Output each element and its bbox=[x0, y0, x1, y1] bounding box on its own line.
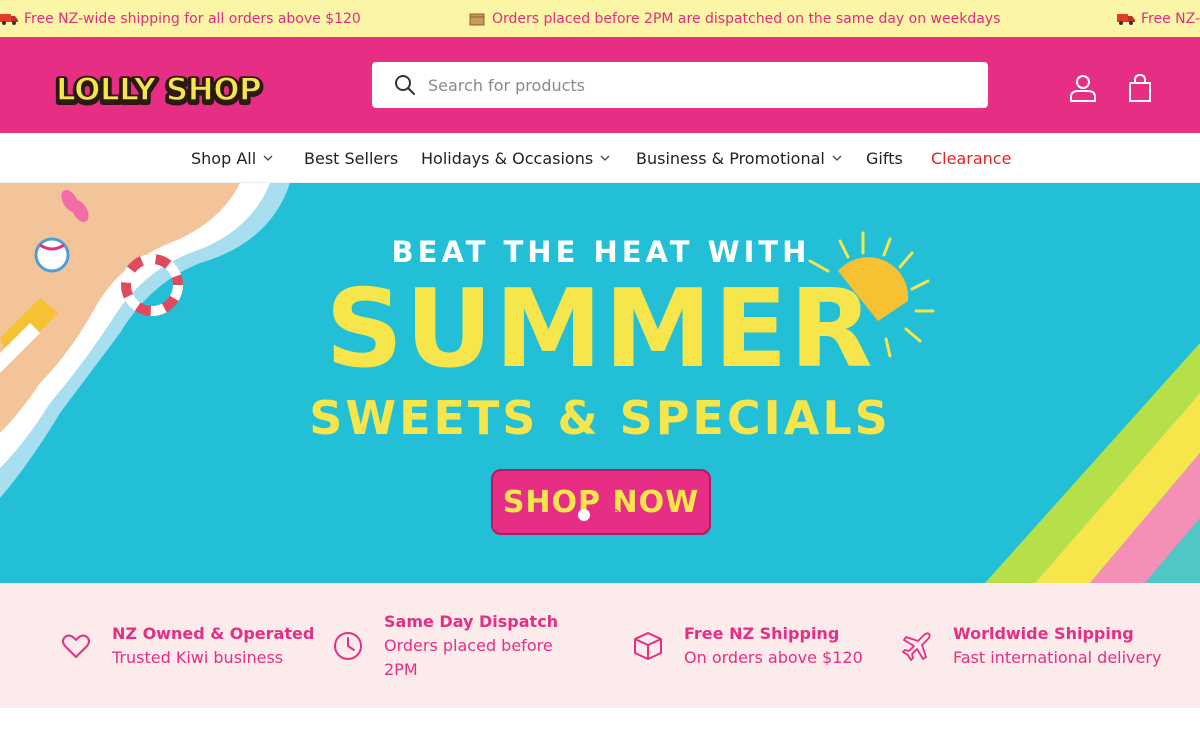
announcement-text: Free NZ-wide shipping for all orders abo… bbox=[24, 10, 361, 27]
hero-subheading: BEAT THE HEAT WITH bbox=[391, 235, 811, 269]
feature-free-nz-shipping: Free NZ Shipping On orders above $120 bbox=[632, 583, 863, 708]
announcement-item-shipping: Free NZ-wide shipping for all orders abo… bbox=[0, 0, 361, 37]
truck-icon bbox=[0, 13, 18, 25]
announcement-text: Orders placed before 2PM are dispatched … bbox=[492, 10, 1001, 27]
feature-title: NZ Owned & Operated bbox=[112, 623, 315, 643]
feature-subtitle: On orders above $120 bbox=[684, 647, 863, 667]
feature-subtitle: Trusted Kiwi business bbox=[112, 647, 284, 667]
announcement-item-dispatch: Orders placed before 2PM are dispatched … bbox=[468, 0, 1000, 37]
heart-icon bbox=[62, 634, 90, 658]
feature-title: Worldwide Shipping bbox=[953, 623, 1134, 643]
feature-same-day-dispatch: Same Day Dispatch Orders placed before 2… bbox=[332, 583, 574, 708]
chevron-down-icon bbox=[600, 155, 610, 161]
airplane-icon bbox=[902, 631, 931, 661]
package-icon bbox=[634, 631, 662, 660]
svg-text:LOLLY SHOP: LOLLY SHOP bbox=[56, 72, 261, 108]
user-icon[interactable] bbox=[1068, 73, 1098, 103]
announcement-item-shipping-repeat: Free NZ- bbox=[1117, 0, 1200, 37]
clock-icon bbox=[334, 631, 362, 660]
nav-item-best-sellers[interactable]: Best Sellers bbox=[304, 133, 398, 183]
shopping-bag-icon[interactable] bbox=[1125, 73, 1155, 103]
nav-item-gifts[interactable]: Gifts bbox=[866, 133, 903, 183]
nav-item-holidays-occasions[interactable]: Holidays & Occasions bbox=[421, 133, 610, 183]
hero-tagline: SWEETS & SPECIALS bbox=[309, 391, 891, 445]
announcement-bar: Free NZ-wide shipping for all orders abo… bbox=[0, 0, 1200, 37]
slider-dot-2[interactable] bbox=[608, 509, 620, 521]
feature-worldwide-shipping: Worldwide Shipping Fast international de… bbox=[901, 583, 1161, 708]
search-icon[interactable] bbox=[394, 74, 416, 96]
lolly-shop-logo[interactable]: LOLLY SHOP LOLLY SHOP bbox=[53, 70, 294, 115]
hero-heading: SUMMER bbox=[325, 267, 875, 392]
site-header: LOLLY SHOP LOLLY SHOP bbox=[0, 37, 1200, 133]
nav-item-label: Best Sellers bbox=[304, 148, 399, 168]
nav-item-label: Business & Promotional bbox=[636, 148, 825, 168]
chevron-down-icon bbox=[263, 155, 273, 161]
main-nav: Shop All Best Sellers Holidays & Occasio… bbox=[0, 133, 1200, 183]
box-icon bbox=[469, 13, 485, 25]
hero-banner[interactable]: BEAT THE HEAT WITH SUMMER SWEETS & SPECI… bbox=[0, 183, 1200, 583]
logo-image: LOLLY SHOP LOLLY SHOP bbox=[53, 71, 265, 113]
nav-item-clearance[interactable]: Clearance bbox=[931, 133, 1011, 183]
feature-subtitle: Fast international delivery bbox=[953, 647, 1162, 667]
shop-now-button[interactable]: SHOP NOW bbox=[491, 469, 711, 535]
slider-dot-1[interactable] bbox=[578, 509, 590, 521]
slider-dots bbox=[578, 509, 620, 521]
nav-item-shop-all[interactable]: Shop All bbox=[191, 133, 273, 183]
feature-subtitle: Orders placed before 2PM bbox=[384, 635, 553, 679]
features-strip: NZ Owned & Operated Trusted Kiwi busines… bbox=[0, 583, 1200, 708]
feature-nz-owned: NZ Owned & Operated Trusted Kiwi busines… bbox=[60, 583, 314, 708]
chevron-down-icon bbox=[832, 155, 842, 161]
search-input[interactable] bbox=[428, 75, 948, 95]
truck-icon bbox=[1117, 13, 1135, 25]
feature-title: Free NZ Shipping bbox=[684, 623, 840, 643]
nav-item-label: Holidays & Occasions bbox=[421, 148, 594, 168]
nav-item-label: Shop All bbox=[191, 148, 257, 168]
nav-item-business-promotional[interactable]: Business & Promotional bbox=[636, 133, 842, 183]
announcement-text: Free NZ- bbox=[1141, 10, 1200, 27]
nav-item-label: Gifts bbox=[866, 148, 903, 168]
feature-title: Same Day Dispatch bbox=[384, 611, 559, 631]
search-bar[interactable] bbox=[372, 62, 988, 108]
nav-item-label: Clearance bbox=[931, 148, 1012, 168]
